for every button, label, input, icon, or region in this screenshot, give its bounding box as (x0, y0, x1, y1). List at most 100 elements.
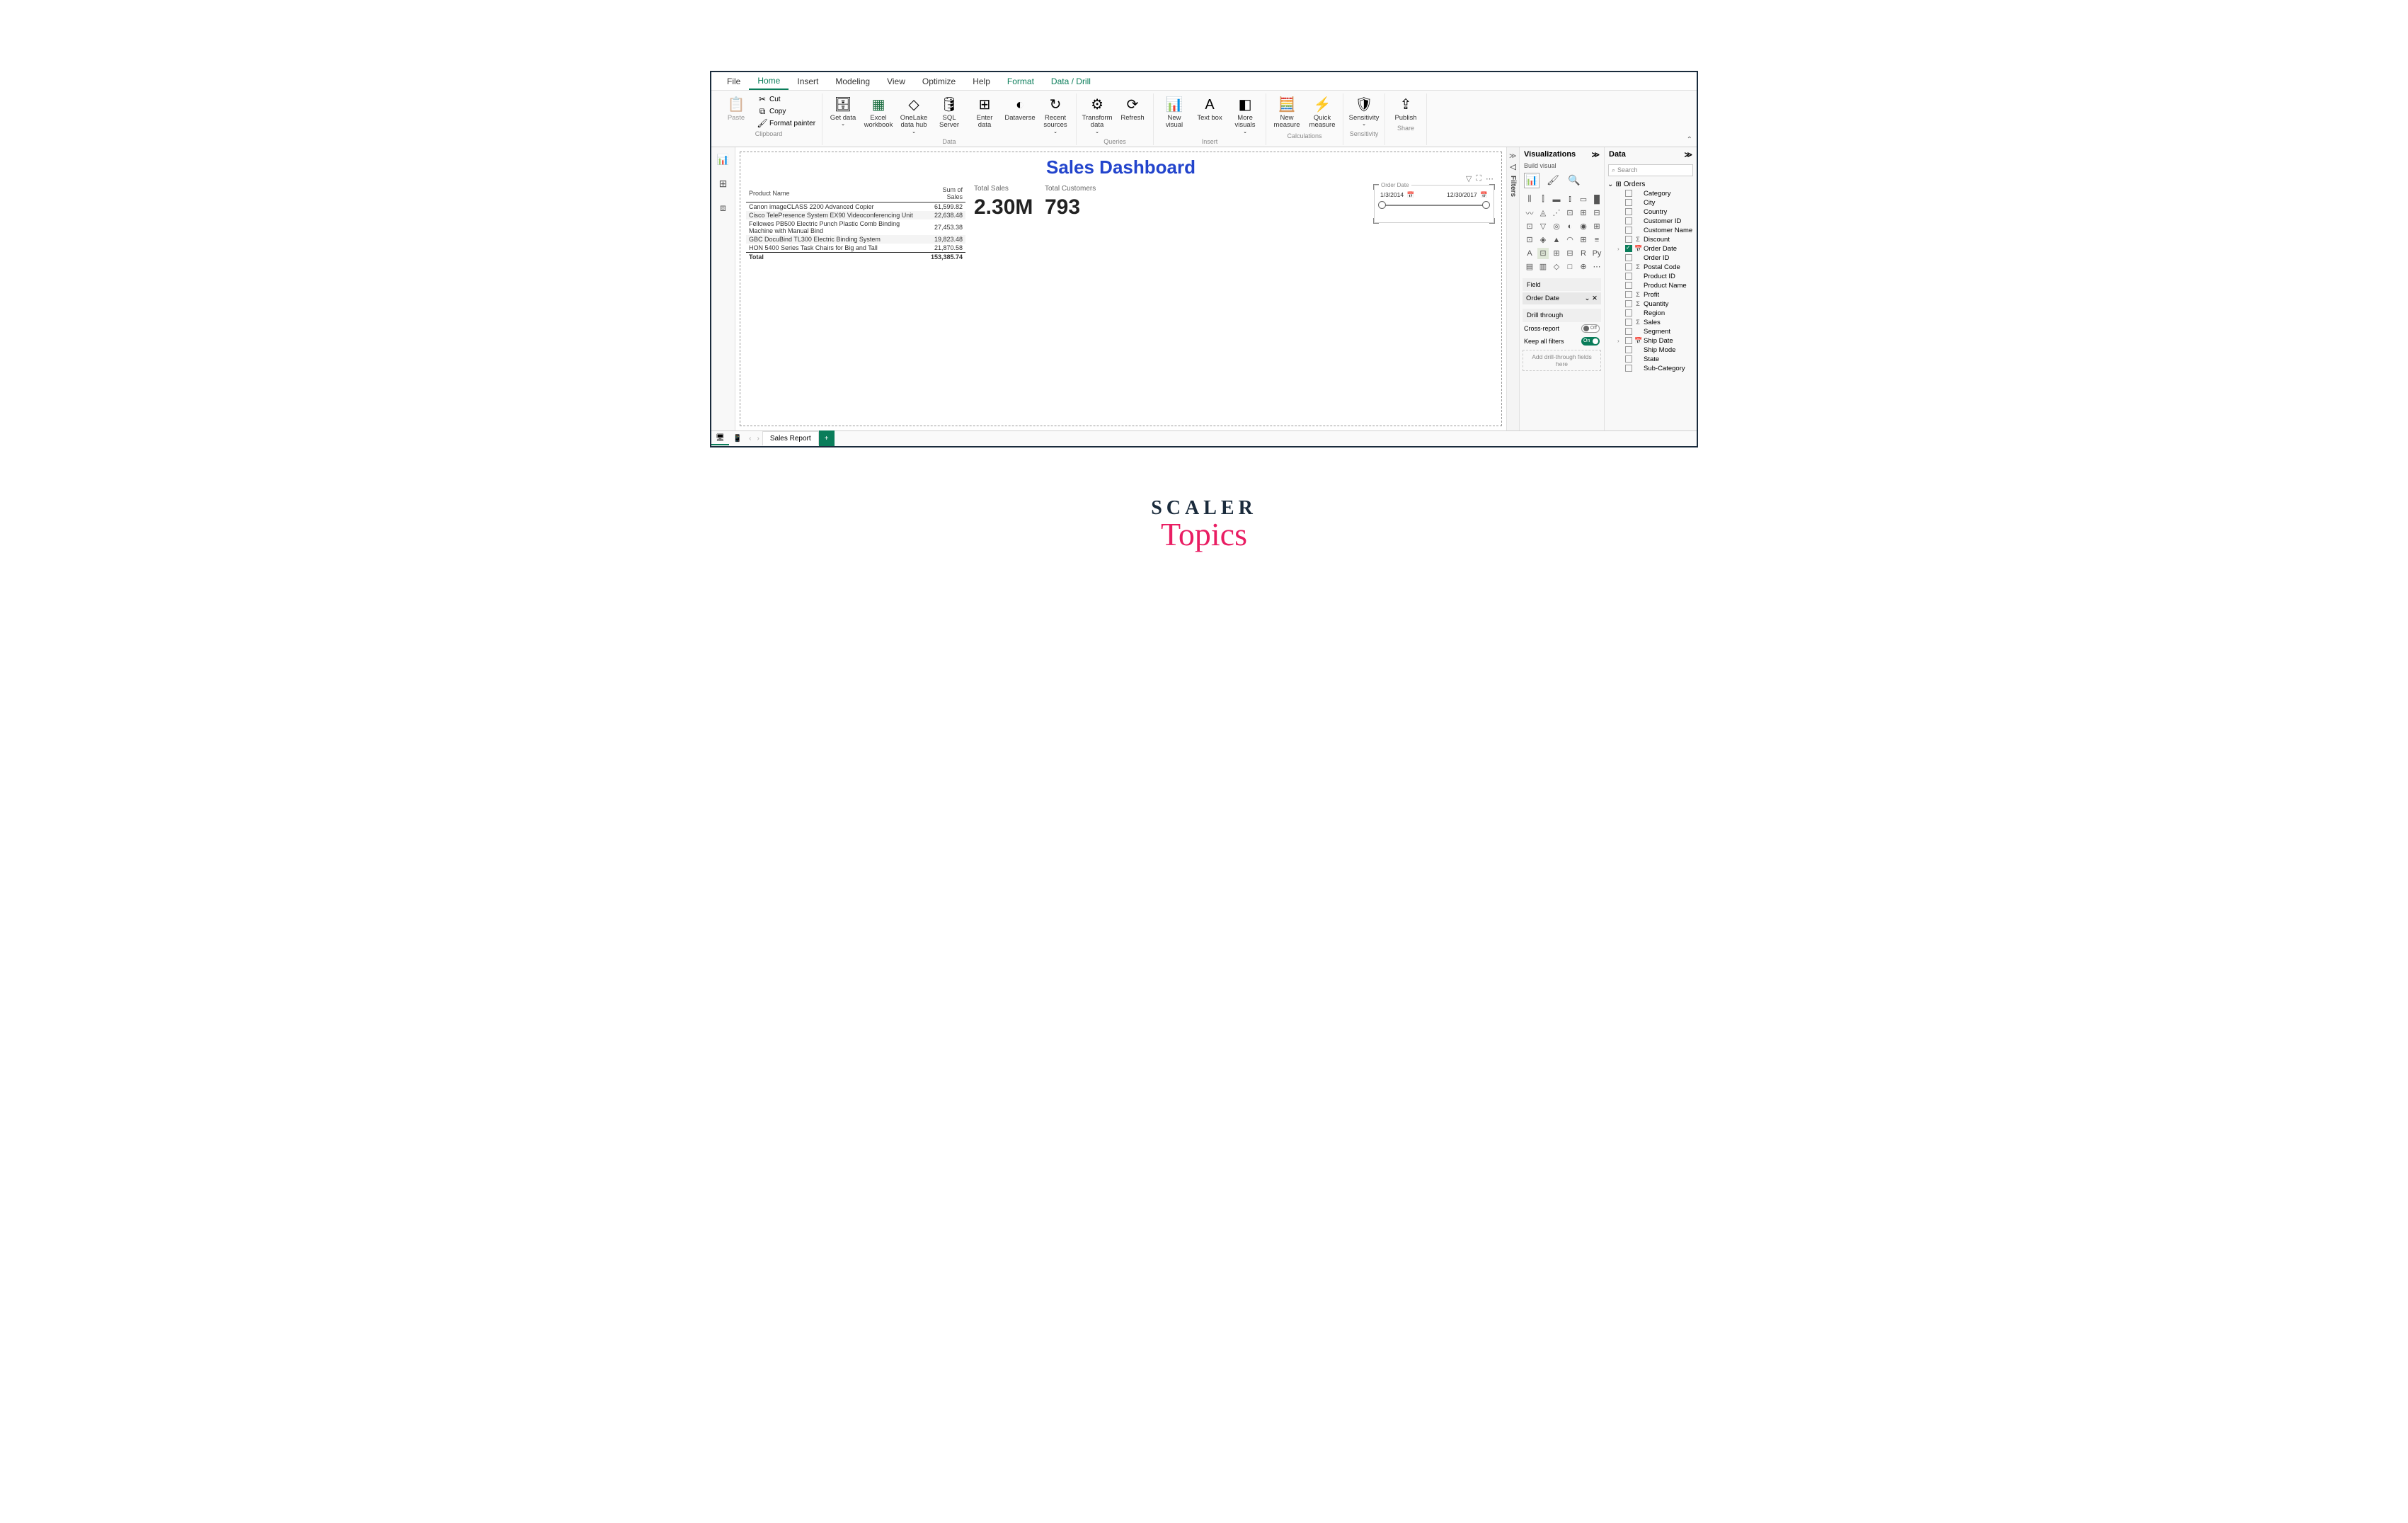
field-item[interactable]: Category (1607, 189, 1694, 198)
build-tab[interactable]: 📊 (1524, 173, 1540, 188)
slicer-track[interactable] (1382, 205, 1486, 206)
field-item[interactable]: Customer Name (1607, 226, 1694, 235)
checkbox[interactable] (1625, 300, 1632, 307)
viz-type-icon[interactable]: █ (1591, 194, 1603, 205)
onelake-button[interactable]: ◇OneLake data hub⌄ (898, 93, 930, 137)
checkbox[interactable] (1625, 263, 1632, 270)
viz-type-icon[interactable]: ▲ (1551, 234, 1562, 246)
viz-type-icon[interactable]: ⊡ (1524, 221, 1535, 232)
viz-type-icon[interactable]: A (1524, 248, 1535, 259)
add-page-button[interactable]: + (819, 430, 835, 446)
viz-type-icon[interactable]: ⫼ (1524, 194, 1535, 205)
field-item[interactable]: ΣProfit (1607, 290, 1694, 300)
card-total-customers[interactable]: Total Customers 793 (1045, 185, 1096, 219)
field-item[interactable]: Product ID (1607, 272, 1694, 281)
field-item[interactable]: ΣQuantity (1607, 300, 1694, 309)
viz-type-icon[interactable]: ◉ (1578, 221, 1589, 232)
table-row[interactable]: HON 5400 Series Task Chairs for Big and … (746, 244, 965, 253)
menu-optimize[interactable]: Optimize (914, 74, 964, 89)
viz-type-icon[interactable]: ⊞ (1578, 207, 1589, 219)
field-item[interactable]: Sub-Category (1607, 364, 1694, 373)
field-item[interactable]: ΣPostal Code (1607, 263, 1694, 272)
viz-type-icon[interactable]: ⊞ (1578, 234, 1589, 246)
quick-measure-button[interactable]: ⚡Quick measure (1306, 93, 1338, 131)
viz-type-icon[interactable]: 〰 (1524, 207, 1535, 219)
field-item[interactable]: Country (1607, 207, 1694, 217)
checkbox[interactable] (1625, 328, 1632, 335)
field-item[interactable]: Ship Mode (1607, 346, 1694, 355)
sql-button[interactable]: 🛢SQL Server (933, 93, 965, 131)
viz-collapse-icon[interactable]: ≫ (1591, 150, 1600, 159)
viz-type-icon[interactable]: ⊞ (1551, 248, 1562, 259)
field-item[interactable]: ›📅Ship Date (1607, 336, 1694, 346)
checkbox[interactable] (1625, 199, 1632, 206)
viz-type-icon[interactable]: ⊡ (1564, 207, 1576, 219)
field-item[interactable]: Customer ID (1607, 217, 1694, 226)
viz-type-icon[interactable]: ◠ (1564, 234, 1576, 246)
search-input[interactable]: ⌕ Search (1608, 164, 1693, 176)
table-view-icon[interactable]: ⊞ (716, 177, 730, 191)
menu-datadrill[interactable]: Data / Drill (1043, 74, 1099, 89)
desktop-layout-button[interactable]: 🖥 (711, 432, 729, 445)
viz-type-icon[interactable]: ≡ (1591, 234, 1603, 246)
get-data-button[interactable]: 🗄Get data⌄ (827, 93, 859, 129)
more-visuals-button[interactable]: ◧More visuals⌄ (1229, 93, 1261, 137)
checkbox[interactable] (1625, 245, 1632, 252)
viz-type-icon[interactable]: ▭ (1578, 194, 1589, 205)
prev-page-button[interactable]: ‹ (746, 435, 754, 443)
checkbox[interactable] (1625, 337, 1632, 344)
viz-type-icon[interactable]: ⫾ (1564, 194, 1576, 205)
checkbox[interactable] (1625, 282, 1632, 289)
copy-button[interactable]: ⧉Copy (755, 105, 818, 117)
field-item[interactable]: City (1607, 198, 1694, 207)
date-slicer[interactable]: ▽ ⛶ ⋯ Order Date 1/3/2014 📅 12/30/2017 📅 (1374, 185, 1494, 223)
checkbox[interactable] (1625, 319, 1632, 326)
checkbox[interactable] (1625, 365, 1632, 372)
checkbox[interactable] (1625, 309, 1632, 316)
checkbox[interactable] (1625, 346, 1632, 353)
table-row[interactable]: Canon imageCLASS 2200 Advanced Copier61,… (746, 202, 965, 211)
enter-data-button[interactable]: ⊞Enter data (968, 93, 1001, 131)
transform-button[interactable]: ⚙Transform data⌄ (1081, 93, 1113, 137)
viz-type-icon[interactable]: ▤ (1524, 261, 1535, 273)
viz-type-icon[interactable]: Py (1591, 248, 1603, 259)
checkbox[interactable] (1625, 208, 1632, 215)
slicer-start-date[interactable]: 1/3/2014 (1380, 191, 1404, 198)
format-painter-button[interactable]: 🖌Format painter (755, 118, 818, 129)
new-measure-button[interactable]: 🧮New measure (1271, 93, 1303, 131)
viz-type-icon[interactable]: ⋯ (1591, 261, 1603, 273)
focus-icon[interactable]: ⛶ (1476, 174, 1481, 183)
data-collapse-icon[interactable]: ≫ (1684, 150, 1692, 159)
menu-home[interactable]: Home (749, 73, 789, 90)
recent-sources-button[interactable]: ↻Recent sources⌄ (1039, 93, 1072, 137)
table-row[interactable]: Fellowes PB500 Electric Punch Plastic Co… (746, 219, 965, 235)
table-node[interactable]: ⌄ ⊞ Orders (1607, 180, 1694, 189)
menu-view[interactable]: View (878, 74, 914, 89)
table-row[interactable]: Cisco TelePresence System EX90 Videoconf… (746, 211, 965, 219)
viz-type-icon[interactable]: ⊟ (1591, 207, 1603, 219)
filter-icon[interactable]: ▽ (1466, 174, 1472, 183)
card-total-sales[interactable]: Total Sales 2.30M (974, 185, 1033, 219)
menu-insert[interactable]: Insert (789, 74, 827, 89)
drill-drop-zone[interactable]: Add drill-through fields here (1523, 350, 1601, 371)
cross-report-toggle[interactable]: Off (1581, 324, 1600, 333)
refresh-button[interactable]: ⟳Refresh (1116, 93, 1149, 123)
ribbon-collapse-icon[interactable]: ⌃ (1687, 136, 1692, 144)
viz-type-icon[interactable]: ⊟ (1564, 248, 1576, 259)
viz-type-icon[interactable]: ⊡ (1537, 248, 1549, 259)
sensitivity-button[interactable]: 🛡Sensitivity⌄ (1348, 93, 1380, 129)
field-item[interactable]: ›📅Order Date (1607, 244, 1694, 253)
checkbox[interactable] (1625, 227, 1632, 234)
checkbox[interactable] (1625, 273, 1632, 280)
viz-type-icon[interactable]: ◎ (1551, 221, 1562, 232)
field-well[interactable]: Order Date ⌄ ✕ (1523, 292, 1601, 304)
text-box-button[interactable]: AText box (1193, 93, 1226, 123)
viz-type-icon[interactable]: ◈ (1537, 234, 1549, 246)
menu-modeling[interactable]: Modeling (827, 74, 878, 89)
viz-type-icon[interactable]: ◬ (1537, 207, 1549, 219)
paste-button[interactable]: 📋 Paste (720, 93, 752, 123)
viz-type-icon[interactable]: ⋰ (1551, 207, 1562, 219)
page-tab[interactable]: Sales Report (762, 431, 819, 445)
filters-pane[interactable]: ≪ ◁ Filters (1507, 147, 1520, 430)
field-item[interactable]: State (1607, 355, 1694, 364)
